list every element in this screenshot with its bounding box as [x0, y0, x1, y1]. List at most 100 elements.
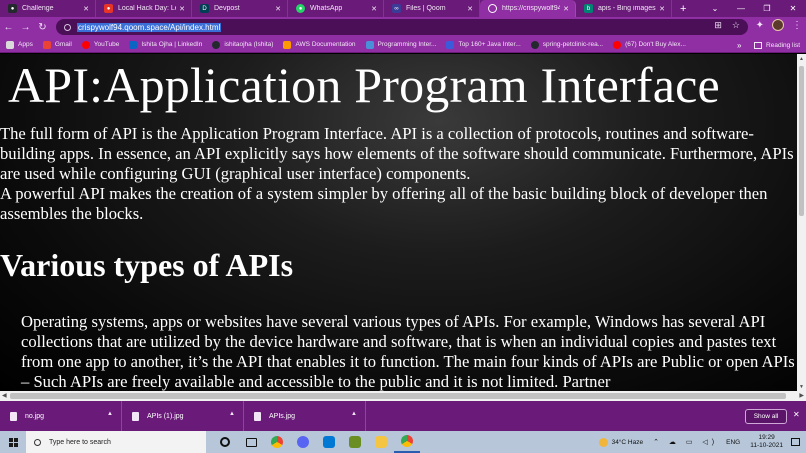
tab-bing-images[interactable]: b apis - Bing images ✕ — [576, 0, 672, 17]
reading-list-icon — [754, 41, 763, 49]
clock[interactable]: 19:29 11-10-2021 — [750, 434, 783, 450]
tab-label: Devpost — [214, 5, 240, 12]
extensions-icon[interactable]: ✦ — [756, 20, 764, 31]
star-icon[interactable]: ☆ — [732, 20, 740, 31]
tab-search-icon[interactable]: ⌄ — [702, 4, 728, 13]
scroll-up-icon[interactable]: ▲ — [799, 56, 804, 62]
bookmark-gmail[interactable]: Gmail — [42, 40, 72, 49]
download-item[interactable]: APIs.jpg ▲ — [244, 401, 366, 431]
github-icon: ● — [8, 4, 17, 13]
close-icon[interactable]: ✕ — [83, 5, 89, 13]
tab-challenge[interactable]: ● Challenge ✕ — [0, 0, 96, 17]
chrome-icon[interactable] — [264, 431, 290, 453]
vscode-icon[interactable] — [316, 431, 342, 453]
close-window-icon[interactable]: ✕ — [780, 4, 806, 13]
restore-icon[interactable]: ❐ — [754, 4, 780, 13]
task-view-icon[interactable] — [238, 431, 264, 453]
file-explorer-icon[interactable] — [368, 431, 394, 453]
vertical-scrollbar[interactable]: ▲ ▼ — [797, 54, 806, 391]
cortana-icon[interactable] — [212, 431, 238, 453]
bookmark-youtube[interactable]: YouTube — [81, 40, 120, 49]
file-icon — [10, 411, 17, 421]
menu-icon[interactable]: ⋮ — [792, 20, 802, 31]
bookmark-programming-interview[interactable]: Programming Inter... — [365, 40, 436, 49]
bookmark-apps[interactable]: Apps — [6, 40, 33, 49]
qr-code-icon[interactable]: ⊞ — [714, 20, 722, 31]
more-bookmarks-button[interactable]: » — [737, 37, 741, 53]
close-icon[interactable]: ✕ — [793, 410, 800, 419]
file-icon — [254, 411, 261, 421]
youtube-icon — [81, 40, 90, 49]
globe-icon — [488, 4, 497, 13]
section-heading: Various types of APIs — [0, 247, 294, 283]
taskbar-search[interactable]: Type here to search — [26, 431, 206, 453]
start-button[interactable] — [0, 431, 26, 453]
bookmark-github-profile[interactable]: ishitaojha (Ishita) — [212, 40, 274, 49]
scrollbar-thumb[interactable] — [10, 393, 786, 399]
chrome-active-icon[interactable] — [394, 431, 420, 453]
page-content: API:Application Program Interface The fu… — [0, 54, 797, 391]
bookmark-label: Gmail — [54, 41, 72, 48]
mlh-icon: ● — [104, 4, 113, 13]
tab-crispywolf-active[interactable]: https://crispywolf94.q ✕ — [480, 0, 576, 17]
new-tab-button[interactable]: + — [680, 3, 686, 15]
reload-icon[interactable]: ↻ — [34, 22, 51, 33]
tab-strip: ● Challenge ✕ ● Local Hack Day: Learn ✕ … — [0, 0, 806, 17]
tab-label: Files | Qoom — [406, 5, 446, 12]
forward-icon[interactable]: → — [17, 22, 34, 33]
notification-icon[interactable] — [791, 438, 800, 446]
tab-qoom[interactable]: ∞ Files | Qoom ✕ — [384, 0, 480, 17]
window-controls: ⌄ — ❐ ✕ — [702, 0, 806, 17]
lambda-app-icon[interactable] — [342, 431, 368, 453]
download-item[interactable]: APIs (1).jpg ▲ — [122, 401, 244, 431]
chevron-up-icon[interactable]: ▲ — [351, 411, 357, 417]
tab-label: WhatsApp — [310, 5, 343, 12]
scroll-left-icon[interactable]: ◀ — [2, 392, 7, 399]
horizontal-scrollbar[interactable]: ◀ ▶ — [0, 391, 806, 401]
lock-icon[interactable] — [64, 23, 71, 31]
scrollbar-thumb[interactable] — [799, 66, 804, 216]
tab-devpost[interactable]: D Devpost ✕ — [192, 0, 288, 17]
close-icon[interactable]: ✕ — [563, 5, 569, 13]
weather-widget[interactable]: 34°C Haze — [598, 437, 643, 447]
omnibox-actions: ⊞ ☆ — [714, 20, 740, 31]
download-item[interactable]: no.jpg ▲ — [0, 401, 122, 431]
show-all-downloads-button[interactable]: Show all — [745, 409, 787, 424]
bookmark-linkedin[interactable]: Ishita Ojha | LinkedIn — [129, 40, 203, 49]
avatar[interactable] — [772, 19, 784, 31]
close-icon[interactable]: ✕ — [179, 5, 185, 13]
close-icon[interactable]: ✕ — [275, 5, 281, 13]
discord-icon[interactable] — [290, 431, 316, 453]
bookmark-java-interview[interactable]: Top 160+ Java Inter... — [446, 40, 521, 49]
scroll-down-icon[interactable]: ▼ — [799, 384, 804, 390]
tab-whatsapp[interactable]: ● WhatsApp ✕ — [288, 0, 384, 17]
address-url[interactable]: crispywolf94.qoom.space/Api/index.html — [77, 22, 222, 32]
file-icon — [132, 411, 139, 421]
aws-icon — [283, 40, 292, 49]
bookmark-youtube-video[interactable]: (67) Don't Buy Alex... — [613, 40, 686, 49]
tray-icons[interactable]: ⌃ ☁ ▭ ◁) — [653, 438, 718, 446]
second-paragraph: A powerful API makes the creation of a s… — [0, 184, 768, 223]
scroll-right-icon[interactable]: ▶ — [799, 392, 804, 399]
back-icon[interactable]: ← — [0, 22, 17, 33]
bookmark-petclinic[interactable]: spring-petclinic-rea... — [530, 40, 603, 49]
bing-icon: b — [584, 4, 593, 13]
close-icon[interactable]: ✕ — [371, 5, 377, 13]
language-indicator[interactable]: ENG — [726, 439, 740, 446]
bookmark-label: ishitaojha (Ishita) — [224, 41, 274, 48]
bookmarks-bar: Apps Gmail YouTube Ishita Ojha | LinkedI… — [0, 37, 806, 53]
close-icon[interactable]: ✕ — [467, 5, 473, 13]
bookmark-aws[interactable]: AWS Documentation — [283, 40, 356, 49]
bookmark-label: AWS Documentation — [295, 41, 356, 48]
bookmark-label: Ishita Ojha | LinkedIn — [141, 41, 203, 48]
chevron-up-icon[interactable]: ▲ — [107, 411, 113, 417]
types-paragraph: Operating systems, apps or websites have… — [21, 312, 795, 391]
close-icon[interactable]: ✕ — [659, 5, 665, 13]
tab-local-hack-day[interactable]: ● Local Hack Day: Learn ✕ — [96, 0, 192, 17]
minimize-icon[interactable]: — — [728, 4, 754, 13]
search-placeholder: Type here to search — [49, 438, 111, 446]
address-bar[interactable]: crispywolf94.qoom.space/Api/index.html ⊞… — [56, 19, 748, 35]
reading-list-button[interactable]: Reading list — [754, 37, 800, 53]
bookmark-label: YouTube — [93, 41, 120, 48]
chevron-up-icon[interactable]: ▲ — [229, 411, 235, 417]
